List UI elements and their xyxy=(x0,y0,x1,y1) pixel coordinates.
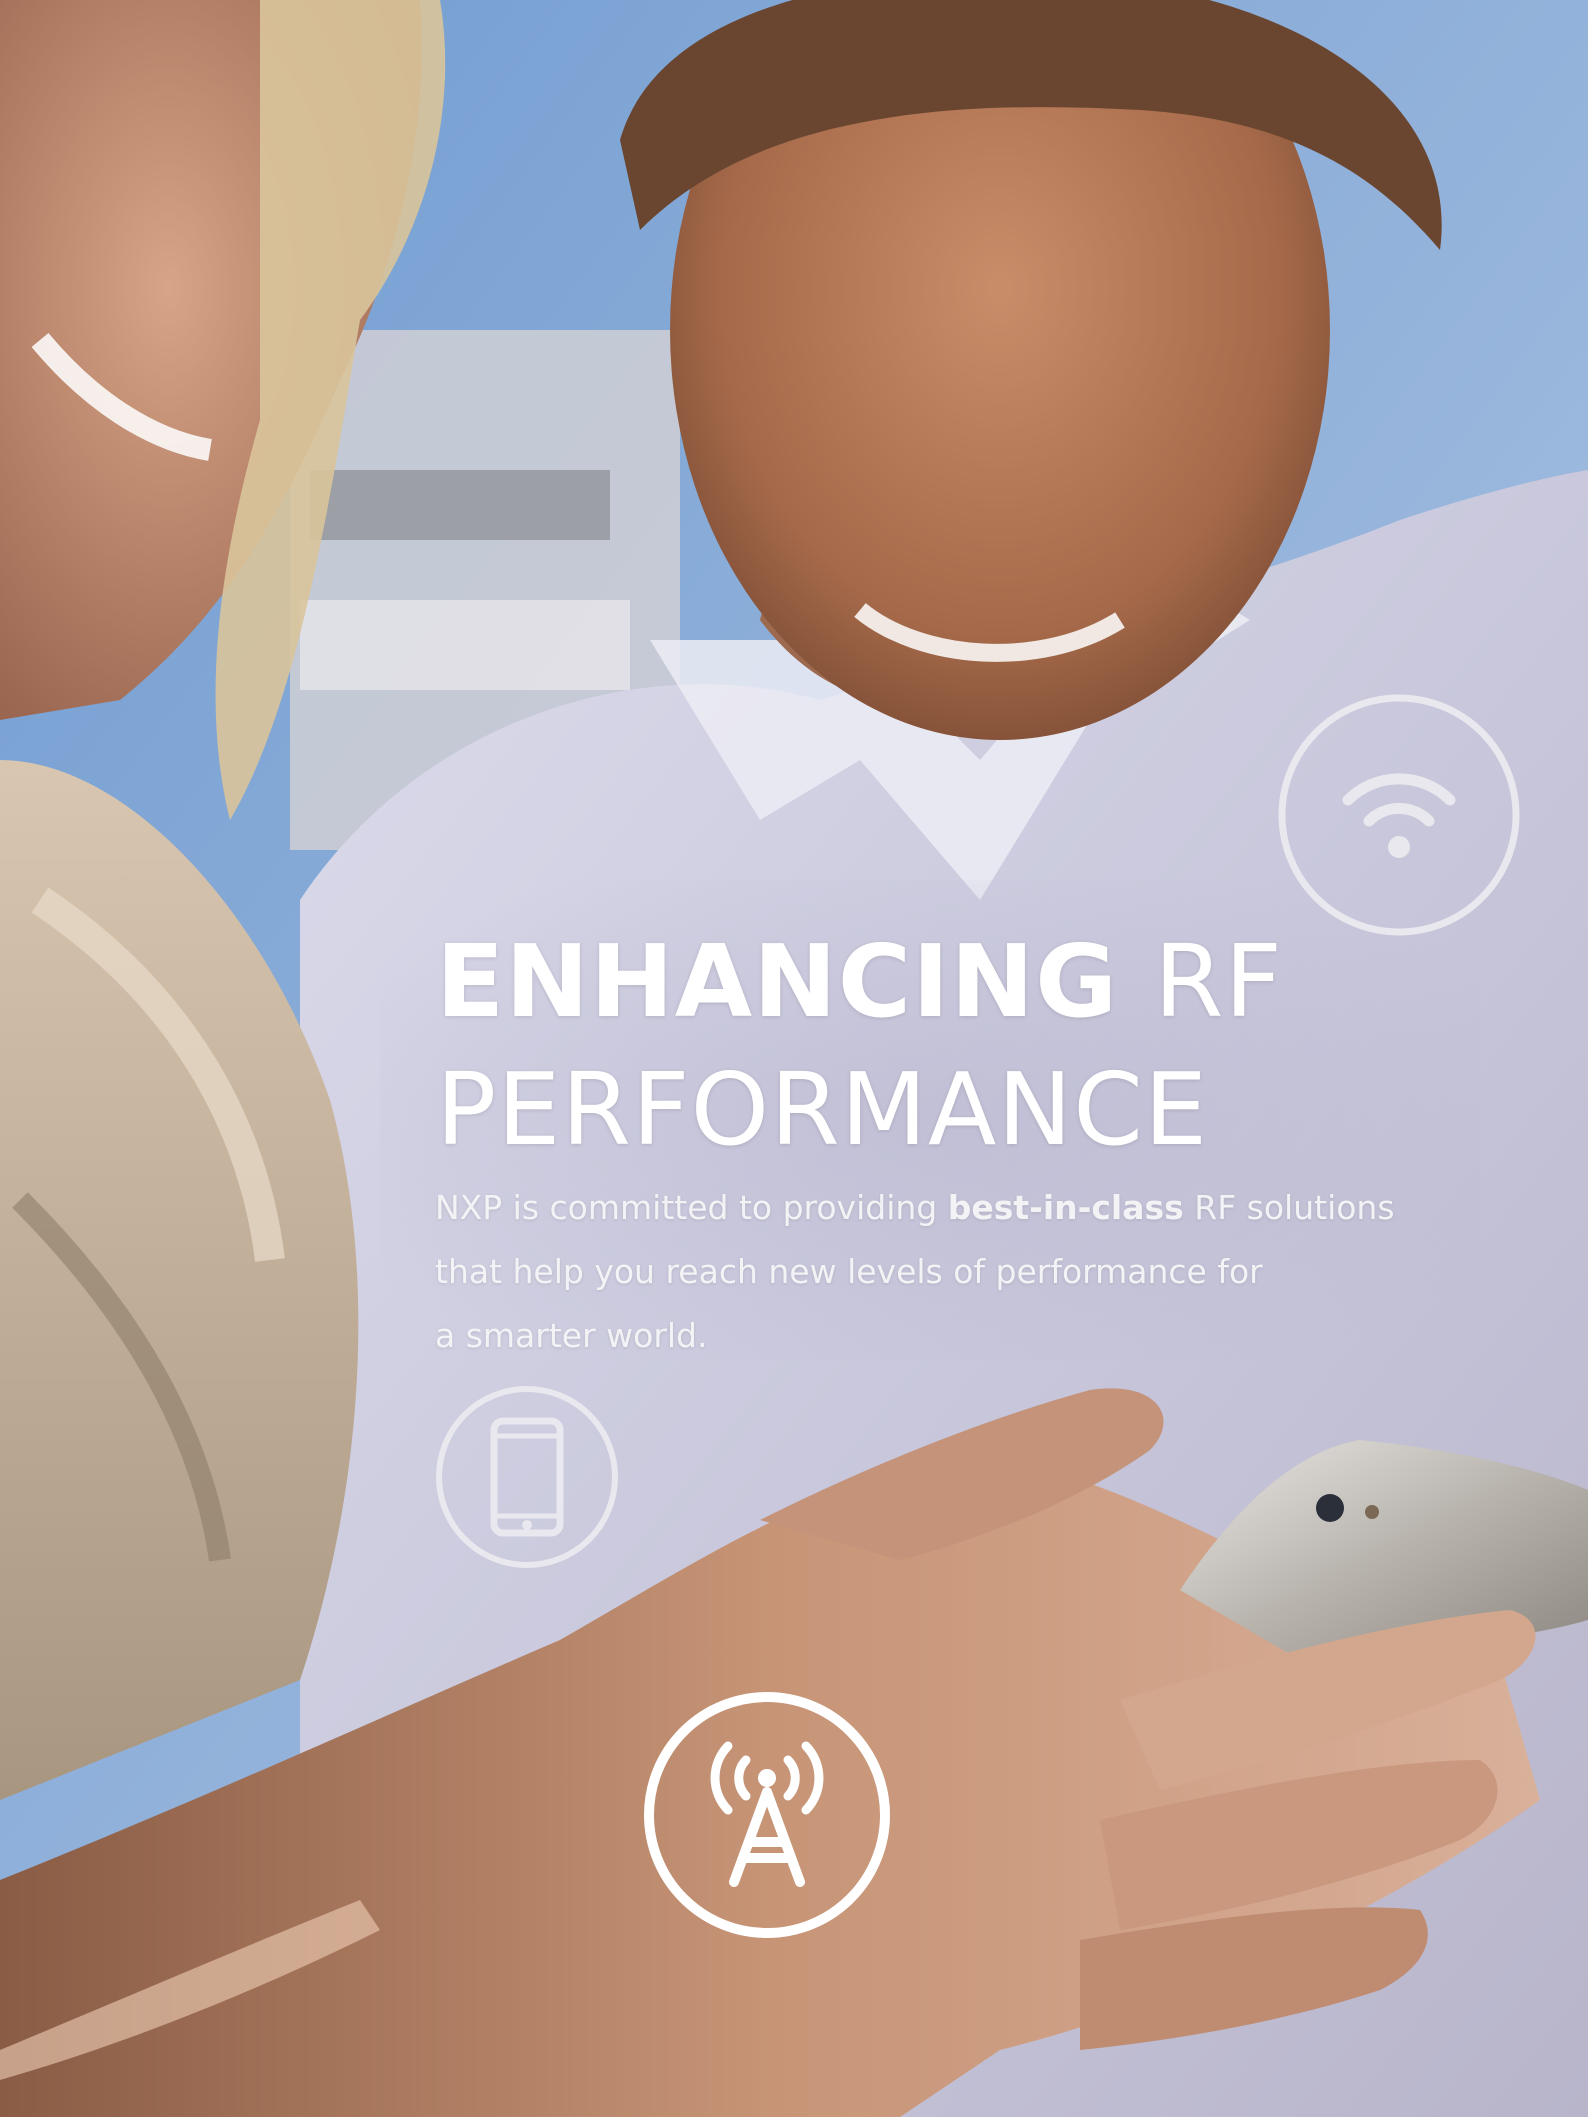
cell-tower-icon xyxy=(644,1692,890,1938)
wifi-icon xyxy=(1278,694,1520,936)
intro-line-3: a smarter world. xyxy=(435,1316,708,1355)
title-bold: ENHANCING xyxy=(436,923,1119,1040)
intro-paragraph: NXP is committed to providing best-in-cl… xyxy=(435,1176,1415,1368)
intro-line-2: that help you reach new levels of perfor… xyxy=(435,1252,1263,1291)
title-light-rf: RF xyxy=(1153,923,1283,1040)
intro-text-start: NXP is committed to providing xyxy=(435,1188,938,1227)
smartphone-icon xyxy=(436,1386,618,1568)
title-light-performance: PERFORMANCE xyxy=(436,1051,1209,1168)
page-title: ENHANCING RF PERFORMANCE xyxy=(436,918,1283,1174)
intro-text-end: RF solutions xyxy=(1194,1188,1395,1227)
intro-highlight: best-in-class xyxy=(947,1188,1184,1227)
